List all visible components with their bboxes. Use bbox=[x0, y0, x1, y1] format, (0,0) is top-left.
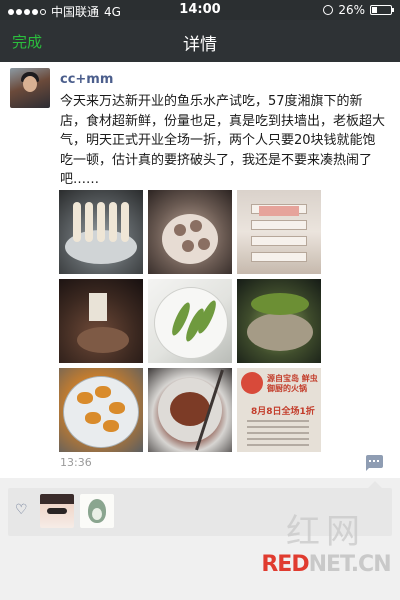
liker-avatar-1[interactable] bbox=[40, 494, 74, 528]
photo-7[interactable] bbox=[59, 368, 143, 452]
comment-icon[interactable] bbox=[366, 455, 383, 471]
photo-4[interactable] bbox=[59, 279, 143, 363]
liker-avatar-2[interactable] bbox=[80, 494, 114, 528]
photo-2[interactable] bbox=[148, 190, 232, 274]
photo-5[interactable] bbox=[148, 279, 232, 363]
battery-icon bbox=[370, 5, 394, 15]
promo-offer: 8月8日全场1折 bbox=[251, 407, 315, 417]
watermark-en-rest: NET.CN bbox=[308, 552, 392, 577]
promo-details bbox=[247, 420, 309, 446]
watermark-en: REDNET.CN bbox=[256, 552, 396, 578]
rotation-lock-icon bbox=[323, 5, 334, 15]
status-bar: 中国联通 4G 14:00 26% bbox=[0, 0, 400, 20]
photo-1[interactable] bbox=[59, 190, 143, 274]
photo-8[interactable] bbox=[148, 368, 232, 452]
photo-3[interactable] bbox=[237, 190, 321, 274]
page-title: 详情 bbox=[183, 35, 217, 55]
restaurant-logo bbox=[241, 372, 263, 394]
photo-6[interactable] bbox=[237, 279, 321, 363]
watermark-en-red: RED bbox=[261, 552, 309, 577]
post-text: 今天来万达新开业的鱼乐水产试吃，57度湘旗下的新店，食材超新鲜，份量也足，真是吃… bbox=[60, 94, 386, 187]
watermark: 红网 REDNET.CN bbox=[256, 512, 396, 592]
status-right: 26% bbox=[323, 3, 394, 17]
nav-bar: 完成 详情 bbox=[0, 20, 400, 62]
author-name[interactable]: cc+mm bbox=[60, 72, 113, 87]
promo-headline: 源自宝岛 鲜虫御厨的火锅 bbox=[267, 374, 318, 393]
post-timestamp: 13:36 bbox=[60, 456, 92, 469]
watermark-cn: 红网 bbox=[286, 512, 366, 552]
heart-icon: ♡ bbox=[15, 502, 28, 518]
photo-9[interactable]: 源自宝岛 鲜虫御厨的火锅 8月8日全场1折 bbox=[237, 368, 321, 452]
battery-percent: 26% bbox=[338, 3, 365, 17]
author-avatar[interactable] bbox=[10, 68, 50, 108]
